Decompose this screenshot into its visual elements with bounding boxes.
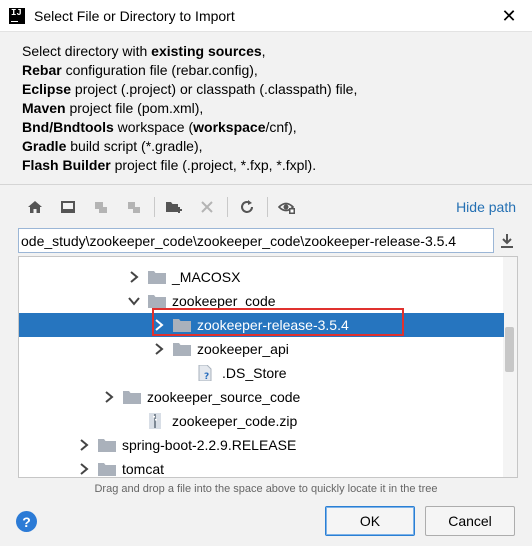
description-text: Bnd/Bndtools <box>22 119 114 135</box>
intellij-app-icon: IJ <box>9 7 25 24</box>
tree-item-label: zookeeper-release-3.5.4 <box>197 317 349 333</box>
description-text: project file (pom.xml), <box>65 100 204 116</box>
chevron-right-icon[interactable] <box>101 389 117 405</box>
description-text: configuration file (rebar.config), <box>61 62 258 78</box>
description-text: Flash Builder <box>22 157 111 173</box>
tree-item-label: spring-boot-2.2.9.RELEASE <box>122 437 297 453</box>
window-title: Select File or Directory to Import <box>34 7 235 24</box>
file-tree[interactable]: _MACOSX zookeeper_code zookeeper-release-3… <box>18 256 518 478</box>
delete-icon[interactable] <box>194 194 220 220</box>
description-text: Eclipse <box>22 81 72 97</box>
description-text: project file (.project, *.fxp, *.fxpl). <box>110 157 317 173</box>
tree-scrollbar-thumb[interactable] <box>505 327 514 372</box>
chevron-placeholder <box>176 365 192 381</box>
path-value: ode_study\zookeeper_code\zookeeper_code\… <box>21 232 457 249</box>
desktop-icon[interactable] <box>55 194 81 220</box>
description-text: /cnf), <box>265 119 297 135</box>
module-icon[interactable] <box>121 194 147 220</box>
zip-file-icon <box>148 413 166 429</box>
refresh-icon[interactable] <box>234 194 260 220</box>
tree-item-label: .DS_Store <box>222 365 287 381</box>
ok-button[interactable]: OK <box>325 506 415 536</box>
file-chooser-toolbar <box>22 192 522 222</box>
description-text: project (.project) or classpath (.classp… <box>71 81 358 97</box>
hide-path-link[interactable]: Hide path <box>456 199 516 215</box>
chevron-placeholder <box>126 413 142 429</box>
toolbar-separator <box>227 197 228 217</box>
description-line: Bnd/Bndtools workspace (workspace/cnf), <box>22 118 522 137</box>
tree-scrollbar[interactable] <box>503 257 517 477</box>
description-text: workspace ( <box>113 119 194 135</box>
tree-item[interactable]: _MACOSX <box>19 265 504 289</box>
folder-icon <box>98 438 116 452</box>
description-line: Maven project file (pom.xml), <box>22 99 522 118</box>
toolbar-separator <box>267 197 268 217</box>
tree-item[interactable]: tomcat <box>19 457 504 477</box>
description-line: Gradle build script (*.gradle), <box>22 137 522 156</box>
folder-icon <box>98 462 116 476</box>
help-button[interactable]: ? <box>16 511 37 532</box>
description-text: existing sources <box>151 43 262 59</box>
chevron-down-icon[interactable] <box>126 293 142 309</box>
tree-item[interactable]: zookeeper_source_code <box>19 385 504 409</box>
path-input[interactable]: ode_study\zookeeper_code\zookeeper_code\… <box>18 228 494 253</box>
description-line: Eclipse project (.project) or classpath … <box>22 80 522 99</box>
tree-item[interactable]: zookeeper_code <box>19 289 504 313</box>
description-text: Maven <box>22 100 66 116</box>
description-text: workspace <box>193 119 266 135</box>
home-icon[interactable] <box>22 194 48 220</box>
divider <box>0 184 532 185</box>
description-text: Rebar <box>22 62 62 78</box>
tree-item[interactable]: ? .DS_Store <box>19 361 504 385</box>
folder-icon <box>123 390 141 404</box>
chevron-right-icon[interactable] <box>151 341 167 357</box>
tree-item-label: zookeeper_code <box>172 293 276 309</box>
tree-item-selected[interactable]: zookeeper-release-3.5.4 <box>19 313 504 337</box>
show-hidden-icon[interactable] <box>274 194 300 220</box>
description-line: Flash Builder project file (.project, *.… <box>22 156 522 175</box>
new-folder-icon[interactable] <box>161 194 187 220</box>
chevron-right-icon[interactable] <box>126 269 142 285</box>
description-line: Rebar configuration file (rebar.config), <box>22 61 522 80</box>
tree-item-label: zookeeper_code.zip <box>172 413 298 429</box>
tree-item[interactable]: spring-boot-2.2.9.RELEASE <box>19 433 504 457</box>
download-icon[interactable] <box>497 230 517 252</box>
tree-item-label: _MACOSX <box>172 269 241 285</box>
chevron-right-icon[interactable] <box>76 461 92 477</box>
project-icon[interactable] <box>88 194 114 220</box>
description-text: , <box>261 43 266 59</box>
description-line: Select directory with existing sources, <box>22 42 522 61</box>
folder-icon <box>173 318 191 332</box>
tree-item-label: zookeeper_source_code <box>147 389 301 405</box>
folder-icon <box>173 342 191 356</box>
tree-item[interactable]: zookeeper_api <box>19 337 504 361</box>
close-icon[interactable]: ✕ <box>486 0 532 32</box>
tree-item[interactable]: zookeeper_code.zip <box>19 409 504 433</box>
chevron-right-icon[interactable] <box>76 437 92 453</box>
unknown-file-icon: ? <box>198 365 216 381</box>
title-bar: IJ Select File or Directory to Import ✕ <box>0 0 532 32</box>
svg-text:?: ? <box>204 372 209 381</box>
toolbar-separator <box>154 197 155 217</box>
cancel-button[interactable]: Cancel <box>425 506 515 536</box>
folder-icon <box>148 294 166 308</box>
chevron-right-icon[interactable] <box>151 317 167 333</box>
description-text: Gradle <box>22 138 67 154</box>
folder-icon <box>148 270 166 284</box>
drag-drop-hint: Drag and drop a file into the space abov… <box>94 483 438 495</box>
tree-item-label: tomcat <box>122 461 165 477</box>
description-text: Select directory with <box>22 43 152 59</box>
description-text: build script (*.gradle), <box>66 138 203 154</box>
tree-item-label: zookeeper_api <box>197 341 289 357</box>
import-description: Select directory with existing sources, R… <box>22 42 522 175</box>
